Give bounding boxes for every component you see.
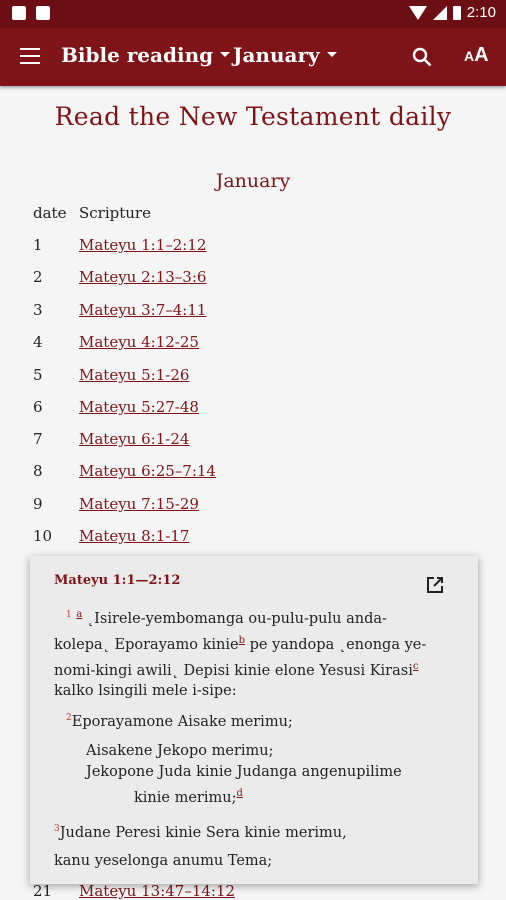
- table-row: 10 Mateyu 8:1-17: [0, 527, 506, 559]
- scripture-link[interactable]: Mateyu 6:1-24: [79, 430, 189, 448]
- table-row: 21 Mateyu 13:47–14:12: [0, 882, 506, 900]
- row-date: 4: [33, 333, 43, 351]
- row-date: 21: [33, 882, 53, 900]
- table-row: 6 Mateyu 5:27-48: [0, 398, 506, 430]
- book-dropdown[interactable]: Bible reading: [61, 43, 231, 67]
- signal-icon: [432, 5, 447, 20]
- verse-text: ˛Isirele-yembomanga ou-pulu-pulu anda-: [86, 610, 387, 627]
- verse-text: kinie merimu;: [134, 789, 237, 806]
- clock: 2:10: [466, 4, 496, 21]
- table-row: 3 Mateyu 3:7–4:11: [0, 301, 506, 333]
- page-title: Read the New Testament daily: [54, 102, 452, 131]
- reading-plan: Read the New Testament daily January dat…: [0, 86, 506, 900]
- table-row: 2 Mateyu 2:13–3:6: [0, 268, 506, 300]
- status-bar: 2:10: [0, 0, 506, 28]
- book-dropdown-label: Bible reading: [61, 43, 214, 67]
- row-date: 8: [33, 462, 43, 480]
- open-external-icon[interactable]: [426, 576, 444, 594]
- poem-line-cont: kinie merimu;d: [134, 783, 243, 809]
- wifi-icon: [408, 5, 427, 20]
- scripture-column-header: Scripture: [79, 204, 151, 222]
- month-dropdown[interactable]: January: [233, 43, 337, 67]
- verse-text: kalko lsingili mele i-sipe:: [54, 683, 237, 700]
- scripture-link[interactable]: Mateyu 5:27-48: [79, 398, 199, 416]
- row-date: 6: [33, 398, 43, 416]
- battery-icon: [452, 5, 461, 20]
- scripture-link[interactable]: Mateyu 13:47–14:12: [79, 882, 235, 900]
- month-dropdown-label: January: [233, 43, 320, 67]
- table-row: 8 Mateyu 6:25–7:14: [0, 462, 506, 494]
- footnote-link[interactable]: a: [76, 609, 82, 620]
- row-date: 2: [33, 268, 43, 286]
- scripture-link[interactable]: Mateyu 6:25–7:14: [79, 462, 216, 480]
- caret-down-icon: [326, 52, 337, 57]
- text-size-icon[interactable]: AA: [464, 44, 489, 67]
- scripture-link[interactable]: Mateyu 1:1–2:12: [79, 236, 206, 254]
- verse-2: 2Eporayamone Aisake merimu;: [66, 708, 293, 733]
- table-row: 1 Mateyu 1:1–2:12: [0, 236, 506, 268]
- verse-text: kolepa˛ Eporayamo kinie: [54, 636, 239, 653]
- verse-3-cont: kanu yeselonga anumu Tema;: [54, 853, 273, 869]
- row-date: 1: [33, 236, 43, 254]
- table-row: 7 Mateyu 6:1-24: [0, 430, 506, 462]
- scripture-link[interactable]: Mateyu 5:1-26: [79, 366, 189, 384]
- scripture-link[interactable]: Mateyu 3:7–4:11: [79, 301, 206, 319]
- poem-line: Aisakene Jekopo merimu;: [86, 743, 274, 759]
- poem-line: Jekopone Juda kinie Judanga angenupilime: [86, 764, 402, 780]
- row-date: 5: [33, 366, 43, 384]
- table-row: 4 Mateyu 4:12-25: [0, 333, 506, 365]
- date-column-header: date: [33, 204, 67, 222]
- scripture-link[interactable]: Mateyu 4:12-25: [79, 333, 199, 351]
- scripture-popup: Mateyu 1:1—2:12 1 a ˛Isirele-yembomanga …: [30, 556, 478, 884]
- verse-text: nomi-kingi awili˛ Depisi kinie elone Yes…: [54, 662, 413, 679]
- popup-title: Mateyu 1:1—2:12: [54, 573, 181, 588]
- row-date: 3: [33, 301, 43, 319]
- verse-3: 3Judane Peresi kinie Sera kinie merimu,: [54, 819, 347, 844]
- row-date: 10: [33, 527, 53, 545]
- scripture-link[interactable]: Mateyu 7:15-29: [79, 495, 199, 513]
- menu-icon[interactable]: [20, 48, 40, 64]
- caret-down-icon: [220, 52, 231, 57]
- table-row: 9 Mateyu 7:15-29: [0, 495, 506, 527]
- verse-text: Eporayamone Aisake merimu;: [71, 713, 293, 730]
- verse-number: 1: [66, 610, 72, 620]
- facebook-icon: [12, 6, 26, 20]
- row-date: 7: [33, 430, 43, 448]
- table-row: 5 Mateyu 5:1-26: [0, 366, 506, 398]
- footnote-link[interactable]: d: [236, 788, 242, 799]
- verse-text: Judane Peresi kinie Sera kinie merimu,: [59, 824, 347, 841]
- footnote-link[interactable]: c: [413, 661, 419, 672]
- scripture-link[interactable]: Mateyu 2:13–3:6: [79, 268, 206, 286]
- month-heading: January: [215, 170, 291, 192]
- scripture-link[interactable]: Mateyu 8:1-17: [79, 527, 189, 545]
- row-date: 9: [33, 495, 43, 513]
- image-icon: [36, 6, 50, 20]
- search-icon[interactable]: [412, 47, 432, 67]
- app-bar: Bible reading January AA: [0, 28, 506, 86]
- verse-1: 1 a ˛Isirele-yembomanga ou-pulu-pulu and…: [54, 604, 454, 702]
- verse-text: pe yandopa ˛enonga ye-: [245, 636, 427, 653]
